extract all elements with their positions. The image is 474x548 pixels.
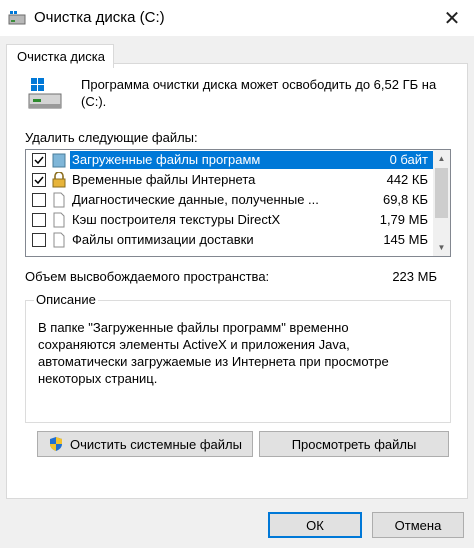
files-label: Удалить следующие файлы:: [25, 130, 198, 145]
vertical-scrollbar[interactable]: ▲ ▼: [433, 150, 450, 256]
file-icon: [53, 212, 65, 228]
space-value: 223 МБ: [392, 269, 437, 284]
scroll-up-icon[interactable]: ▲: [433, 150, 450, 167]
lock-icon: [52, 172, 66, 188]
item-size: 442 КБ: [386, 172, 428, 187]
close-button[interactable]: ✕: [436, 4, 468, 32]
shield-icon: [50, 437, 63, 451]
description-group: Описание В папке "Загруженные файлы прог…: [25, 292, 451, 423]
item-size: 0 байт: [318, 151, 434, 169]
window-title: Очистка диска (C:): [34, 9, 165, 26]
check-icon: [34, 156, 44, 165]
list-item[interactable]: Диагностические данные, полученные ... 6…: [26, 190, 434, 210]
tab-disk-cleanup[interactable]: Очистка диска: [6, 44, 114, 68]
list-item[interactable]: Загруженные файлы программ 0 байт: [26, 150, 434, 170]
checkbox[interactable]: [32, 193, 46, 207]
drive-icon: [28, 78, 62, 109]
folder-icon: [52, 153, 66, 168]
list-item[interactable]: Временные файлы Интернета 442 КБ: [26, 170, 434, 190]
title-bar: Очистка диска (C:) ✕: [0, 0, 474, 36]
space-label: Объем высвобождаемого пространства:: [25, 269, 270, 284]
item-label: Файлы оптимизации доставки: [72, 232, 254, 247]
disk-cleanup-icon: [8, 11, 26, 25]
checkbox[interactable]: [32, 153, 46, 167]
close-icon: ✕: [443, 7, 461, 30]
file-icon: [53, 192, 65, 208]
check-icon: [34, 176, 44, 185]
tab-panel: Программа очистки диска может освободить…: [6, 63, 468, 499]
scroll-thumb[interactable]: [435, 168, 448, 218]
item-label: Кэш построителя текстуры DirectX: [72, 212, 281, 227]
file-list[interactable]: Загруженные файлы программ 0 байт Времен…: [25, 149, 451, 257]
tab-strip: Очистка диска: [0, 36, 474, 68]
list-item[interactable]: Файлы оптимизации доставки 145 МБ: [26, 230, 434, 250]
description-legend: Описание: [34, 292, 98, 307]
description-text: В папке "Загруженные файлы программ" вре…: [38, 320, 389, 386]
item-label: Временные файлы Интернета: [72, 172, 256, 187]
checkbox[interactable]: [32, 173, 46, 187]
cancel-button[interactable]: Отмена: [372, 512, 464, 538]
intro-text: Программа очистки диска может освободить…: [81, 77, 437, 109]
item-size: 145 МБ: [383, 232, 428, 247]
item-size: 69,8 КБ: [382, 192, 428, 207]
item-label: Загруженные файлы программ: [70, 151, 318, 169]
file-icon: [53, 232, 65, 248]
scroll-down-icon[interactable]: ▼: [433, 239, 450, 256]
checkbox[interactable]: [32, 213, 46, 227]
item-size: 1,79 МБ: [379, 212, 428, 227]
list-item[interactable]: Кэш построителя текстуры DirectX 1,79 МБ: [26, 210, 434, 230]
clean-system-files-label: Очистить системные файлы: [70, 436, 242, 452]
checkbox[interactable]: [32, 233, 46, 247]
view-files-button[interactable]: Просмотреть файлы: [259, 431, 449, 457]
item-label: Диагностические данные, полученные ...: [72, 192, 318, 207]
ok-button[interactable]: ОК: [268, 512, 362, 538]
clean-system-files-button[interactable]: Очистить системные файлы: [37, 431, 253, 457]
